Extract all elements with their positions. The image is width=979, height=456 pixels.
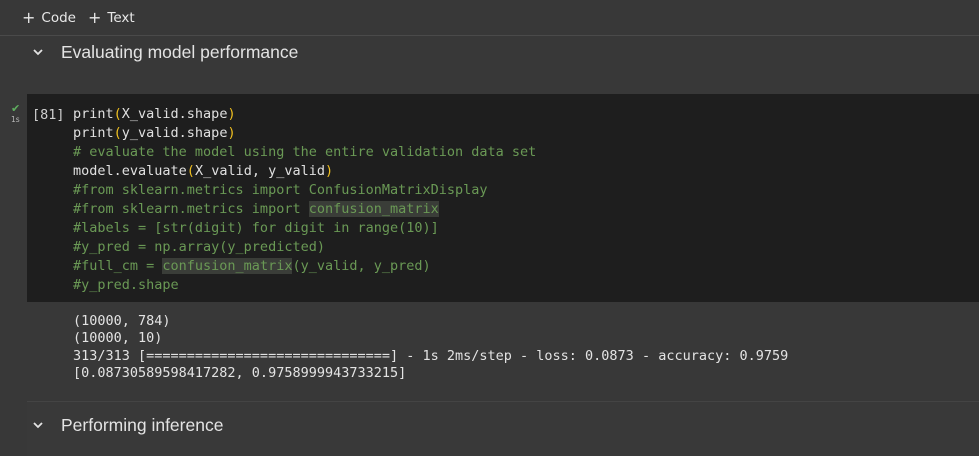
code-line: #full_cm = confusion_matrix(y_valid, y_p… xyxy=(73,257,536,276)
code-comment: (y_valid, y_pred) xyxy=(292,258,431,274)
code-editor[interactable]: print(X_valid.shape) print(y_valid.shape)… xyxy=(73,105,536,295)
code-line: print(X_valid.shape) xyxy=(73,105,536,124)
code-token: ( xyxy=(113,106,122,122)
add-text-label: Text xyxy=(107,10,135,26)
output-line: (10000, 784) xyxy=(73,313,171,329)
chevron-down-icon[interactable] xyxy=(32,419,44,431)
code-token: print xyxy=(73,125,114,141)
cell-output: (10000, 784) (10000, 10) 313/313 [========… xyxy=(73,313,788,382)
section-title: Evaluating model performance xyxy=(61,41,299,62)
code-comment: confusion_matrix xyxy=(308,201,439,217)
section-header-inference[interactable]: Performing inference xyxy=(6,410,979,440)
output-line: 313/313 [==============================]… xyxy=(73,347,789,364)
output-line: (10000, 10) xyxy=(73,330,163,347)
code-line: #from sklearn.metrics import ConfusionMa… xyxy=(73,181,536,200)
code-comment: #y_pred = np.array(y_predicted) xyxy=(73,239,325,255)
code-token: print xyxy=(73,106,114,122)
code-token: ) xyxy=(324,163,334,179)
code-comment: #y_pred.shape xyxy=(73,277,179,293)
execution-time: 1s xyxy=(11,115,20,124)
code-comment: #from sklearn.metrics import xyxy=(73,201,309,217)
section-title: Performing inference xyxy=(61,414,224,435)
check-icon: ✔ xyxy=(11,102,21,115)
code-token: ) xyxy=(227,106,236,122)
code-comment: # evaluate the model using the entire va… xyxy=(73,144,537,160)
code-comment: #from sklearn.metrics import ConfusionMa… xyxy=(73,182,488,198)
notebook-body: Evaluating model performance ✔ 1s [81] p… xyxy=(6,37,979,456)
code-token: X_valid, y_valid xyxy=(194,163,325,179)
code-token: X_valid.shape xyxy=(121,106,228,122)
chevron-down-icon[interactable] xyxy=(32,46,44,58)
section-header-evaluating[interactable]: Evaluating model performance xyxy=(6,37,979,67)
cell-prompt: [81] xyxy=(32,107,65,123)
code-comment: confusion_matrix xyxy=(162,258,293,274)
code-line: #labels = [str(digit) for digit in range… xyxy=(73,219,536,238)
add-text-button[interactable]: + Text xyxy=(88,9,135,27)
notebook-toolbar: + Code + Text xyxy=(0,0,979,36)
code-line: #from sklearn.metrics import confusion_m… xyxy=(73,200,536,219)
code-token: ( xyxy=(113,125,122,141)
plus-icon: + xyxy=(88,8,102,27)
code-token: model.evaluate xyxy=(73,163,187,179)
code-line: print(y_valid.shape) xyxy=(73,124,536,143)
code-token: y_valid.shape xyxy=(121,125,228,141)
plus-icon: + xyxy=(22,8,36,27)
code-comment: #labels = [str(digit) for digit in range… xyxy=(73,220,439,236)
code-token: ) xyxy=(227,125,236,141)
code-line: model.evaluate(X_valid, y_valid) xyxy=(73,162,536,181)
code-comment: #full_cm = xyxy=(73,258,163,274)
code-line: #y_pred.shape xyxy=(73,276,536,295)
add-code-label: Code xyxy=(41,10,76,26)
code-line: #y_pred = np.array(y_predicted) xyxy=(73,238,536,257)
execution-status[interactable]: ✔ 1s xyxy=(10,102,30,129)
code-token: ( xyxy=(186,163,195,179)
output-line: [0.08730589598417282, 0.9758999943733215… xyxy=(73,364,407,381)
code-line: # evaluate the model using the entire va… xyxy=(73,143,536,162)
add-code-button[interactable]: + Code xyxy=(22,9,76,27)
